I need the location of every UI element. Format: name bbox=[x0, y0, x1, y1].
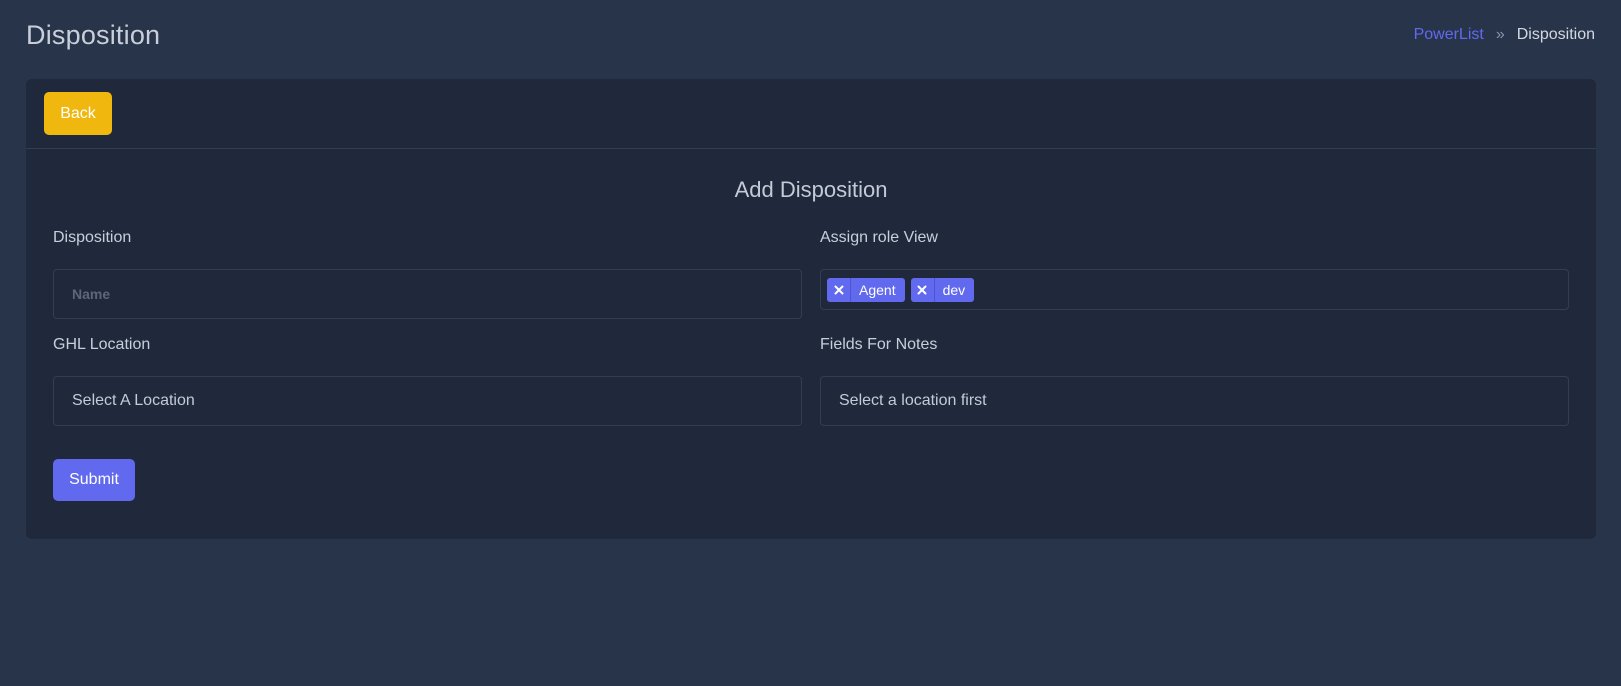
assign-role-label: Assign role View bbox=[820, 229, 938, 246]
form-row-2: GHL Location Select A Location Fields Fo… bbox=[53, 336, 1569, 426]
disposition-field-group: Disposition bbox=[53, 229, 802, 319]
disposition-label: Disposition bbox=[53, 229, 132, 246]
role-tag-label: Agent bbox=[859, 281, 896, 298]
ghl-location-select[interactable]: Select A Location bbox=[53, 376, 802, 426]
form-title: Add Disposition bbox=[734, 177, 888, 202]
role-tag-label: dev bbox=[942, 281, 966, 298]
assign-role-field-group: Assign role View Agent dev bbox=[820, 229, 1569, 319]
ghl-location-label: GHL Location bbox=[53, 336, 151, 353]
disposition-name-input[interactable] bbox=[53, 269, 802, 319]
breadcrumb-current: Disposition bbox=[1516, 26, 1595, 43]
disposition-card: Back Add Disposition Disposition Assign … bbox=[26, 79, 1596, 539]
card-header: Back bbox=[26, 79, 1596, 149]
role-tag-agent: Agent bbox=[827, 277, 905, 302]
fields-for-notes-select[interactable]: Select a location first bbox=[820, 376, 1569, 426]
page-title: Disposition bbox=[26, 19, 161, 50]
role-tag-dev: dev bbox=[910, 277, 975, 302]
breadcrumb-separator-icon: » bbox=[1495, 26, 1505, 43]
submit-button[interactable]: Submit bbox=[53, 459, 135, 501]
assign-role-multiselect[interactable]: Agent dev bbox=[820, 269, 1569, 310]
back-button[interactable]: Back bbox=[44, 92, 112, 135]
fields-for-notes-field-group: Fields For Notes Select a location first bbox=[820, 336, 1569, 426]
breadcrumb: PowerList » Disposition bbox=[1414, 26, 1595, 44]
remove-tag-icon[interactable] bbox=[911, 277, 935, 302]
ghl-location-field-group: GHL Location Select A Location bbox=[53, 336, 802, 426]
page-header: Disposition PowerList » Disposition bbox=[26, 0, 1595, 70]
card-body: Add Disposition Disposition Assign role … bbox=[26, 149, 1596, 539]
form-row-1: Disposition Assign role View Agent bbox=[53, 229, 1569, 319]
remove-tag-icon[interactable] bbox=[827, 277, 851, 302]
breadcrumb-link-powerlist[interactable]: PowerList bbox=[1414, 26, 1484, 44]
fields-for-notes-label: Fields For Notes bbox=[820, 336, 938, 353]
